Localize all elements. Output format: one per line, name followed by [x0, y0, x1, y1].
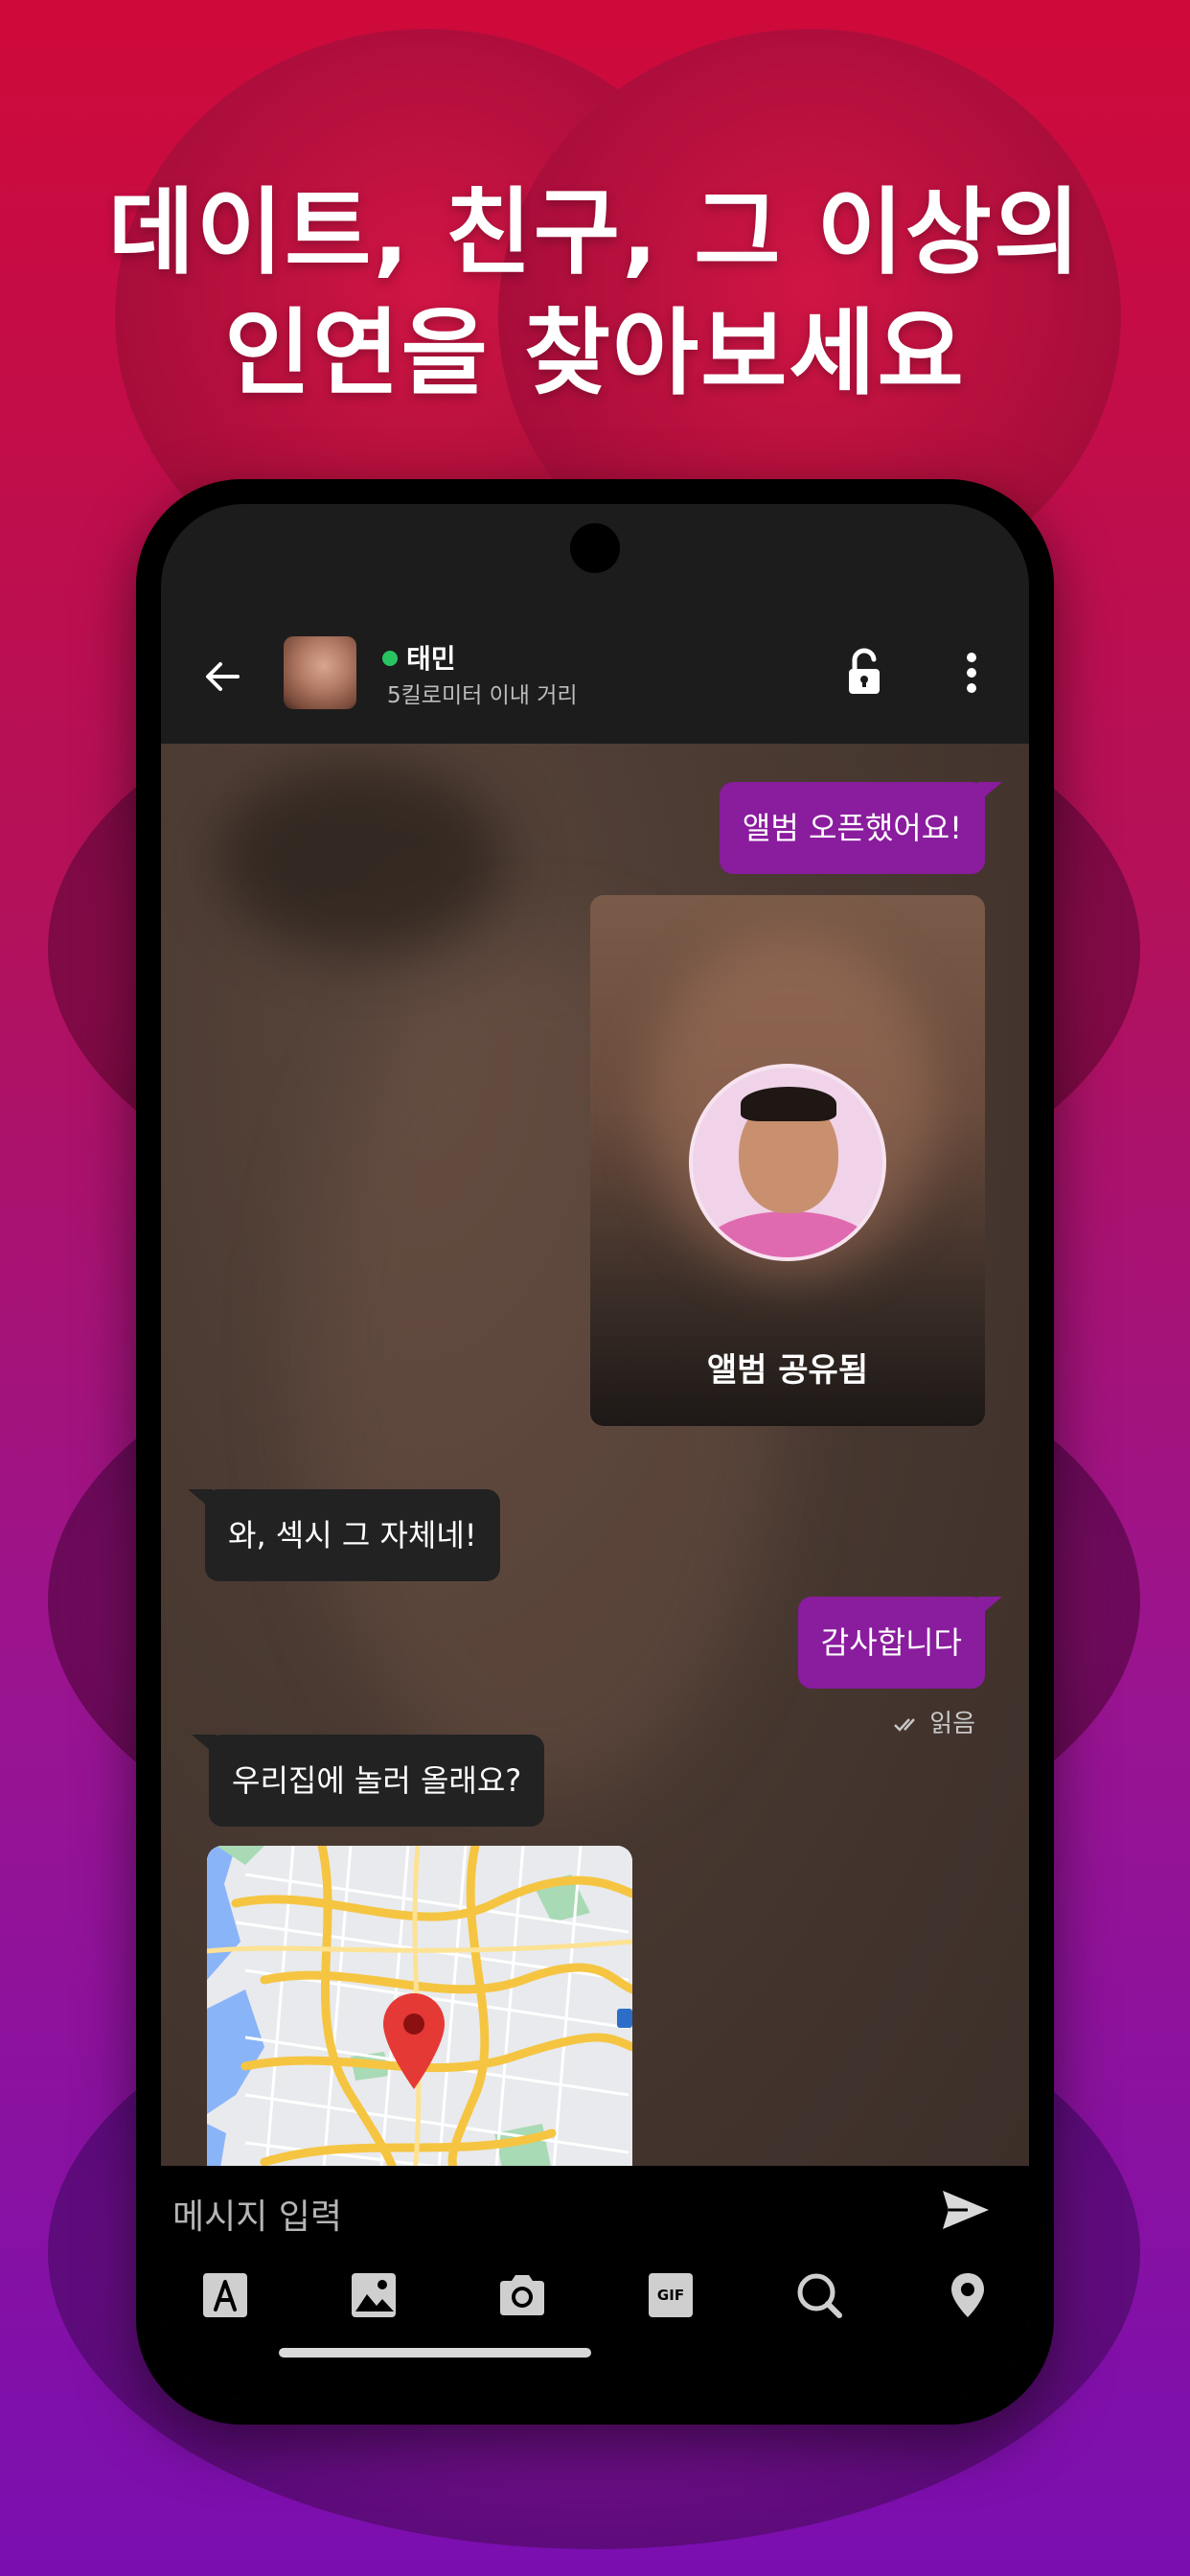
gif-icon[interactable]: GIF	[645, 2269, 697, 2321]
outgoing-message[interactable]: 감사합니다	[797, 1597, 1002, 1689]
avatar-shirt	[702, 1211, 875, 1257]
contact-avatar[interactable]	[284, 636, 356, 709]
search-icon[interactable]	[793, 2269, 845, 2321]
arrow-left-icon[interactable]	[199, 654, 245, 700]
message-composer: 메시지 입력 GIF	[161, 2166, 1029, 2400]
incoming-message[interactable]: 와, 섹시 그 자체네!	[188, 1489, 500, 1581]
outgoing-message[interactable]: 앨범 오픈했어요!	[719, 782, 1002, 874]
more-vertical-icon[interactable]	[962, 648, 981, 698]
location-pin-icon[interactable]	[942, 2269, 994, 2321]
read-status-text: 읽음	[929, 1710, 976, 1738]
message-input[interactable]: 메시지 입력	[172, 2189, 342, 2239]
map-marker-icon	[383, 1993, 445, 2089]
bubble-tail	[188, 1489, 213, 1510]
bubble-tail	[977, 1597, 1002, 1618]
chat-header: 태민 5킬로미터 이내 거리	[161, 610, 1029, 744]
message-text: 앨범 오픈했어요!	[742, 810, 962, 846]
double-check-icon	[894, 1717, 915, 1732]
location-map-card[interactable]	[207, 1846, 632, 2166]
home-indicator[interactable]	[279, 2348, 591, 2358]
gif-label: GIF	[649, 2273, 693, 2317]
image-icon[interactable]	[348, 2269, 400, 2321]
blurred-background	[218, 763, 506, 954]
bubble-tail	[192, 1735, 217, 1756]
text-icon[interactable]	[199, 2269, 251, 2321]
avatar-hair	[741, 1087, 836, 1121]
album-shared-label: 앨범 공유됨	[706, 1351, 869, 1390]
message-text: 우리집에 놀러 올래요?	[232, 1762, 522, 1799]
front-camera	[570, 523, 620, 573]
phone-frame: 태민 5킬로미터 이내 거리 앨범 오픈했어요! 앨범 공유됨 와, 섹시 그 …	[136, 479, 1054, 2425]
online-status-dot	[382, 651, 398, 666]
message-text: 와, 섹시 그 자체네!	[228, 1517, 477, 1553]
read-receipt: 읽음	[893, 1704, 975, 1739]
incoming-message[interactable]: 우리집에 놀러 올래요?	[192, 1735, 545, 1827]
bubble-tail	[977, 782, 1002, 803]
headline-line-2: 인연을 찾아보세요	[224, 299, 966, 408]
camera-icon[interactable]	[496, 2269, 548, 2321]
message-text: 감사합니다	[820, 1624, 962, 1661]
contact-distance: 5킬로미터 이내 거리	[387, 683, 578, 708]
send-icon[interactable]	[939, 2185, 993, 2235]
promo-headline: 데이트, 친구, 그 이상의 인연을 찾아보세요	[0, 172, 1190, 414]
shared-album-card[interactable]: 앨범 공유됨	[590, 895, 985, 1426]
album-owner-avatar	[689, 1064, 886, 1261]
phone-screen: 태민 5킬로미터 이내 거리 앨범 오픈했어요! 앨범 공유됨 와, 섹시 그 …	[161, 504, 1029, 2400]
headline-line-1: 데이트, 친구, 그 이상의	[107, 178, 1083, 288]
chat-message-list[interactable]: 앨범 오픈했어요! 앨범 공유됨 와, 섹시 그 자체네! 감사합니다 읽음 우…	[161, 744, 1029, 2166]
unlock-icon[interactable]	[841, 648, 887, 698]
contact-name[interactable]: 태민	[406, 638, 456, 677]
